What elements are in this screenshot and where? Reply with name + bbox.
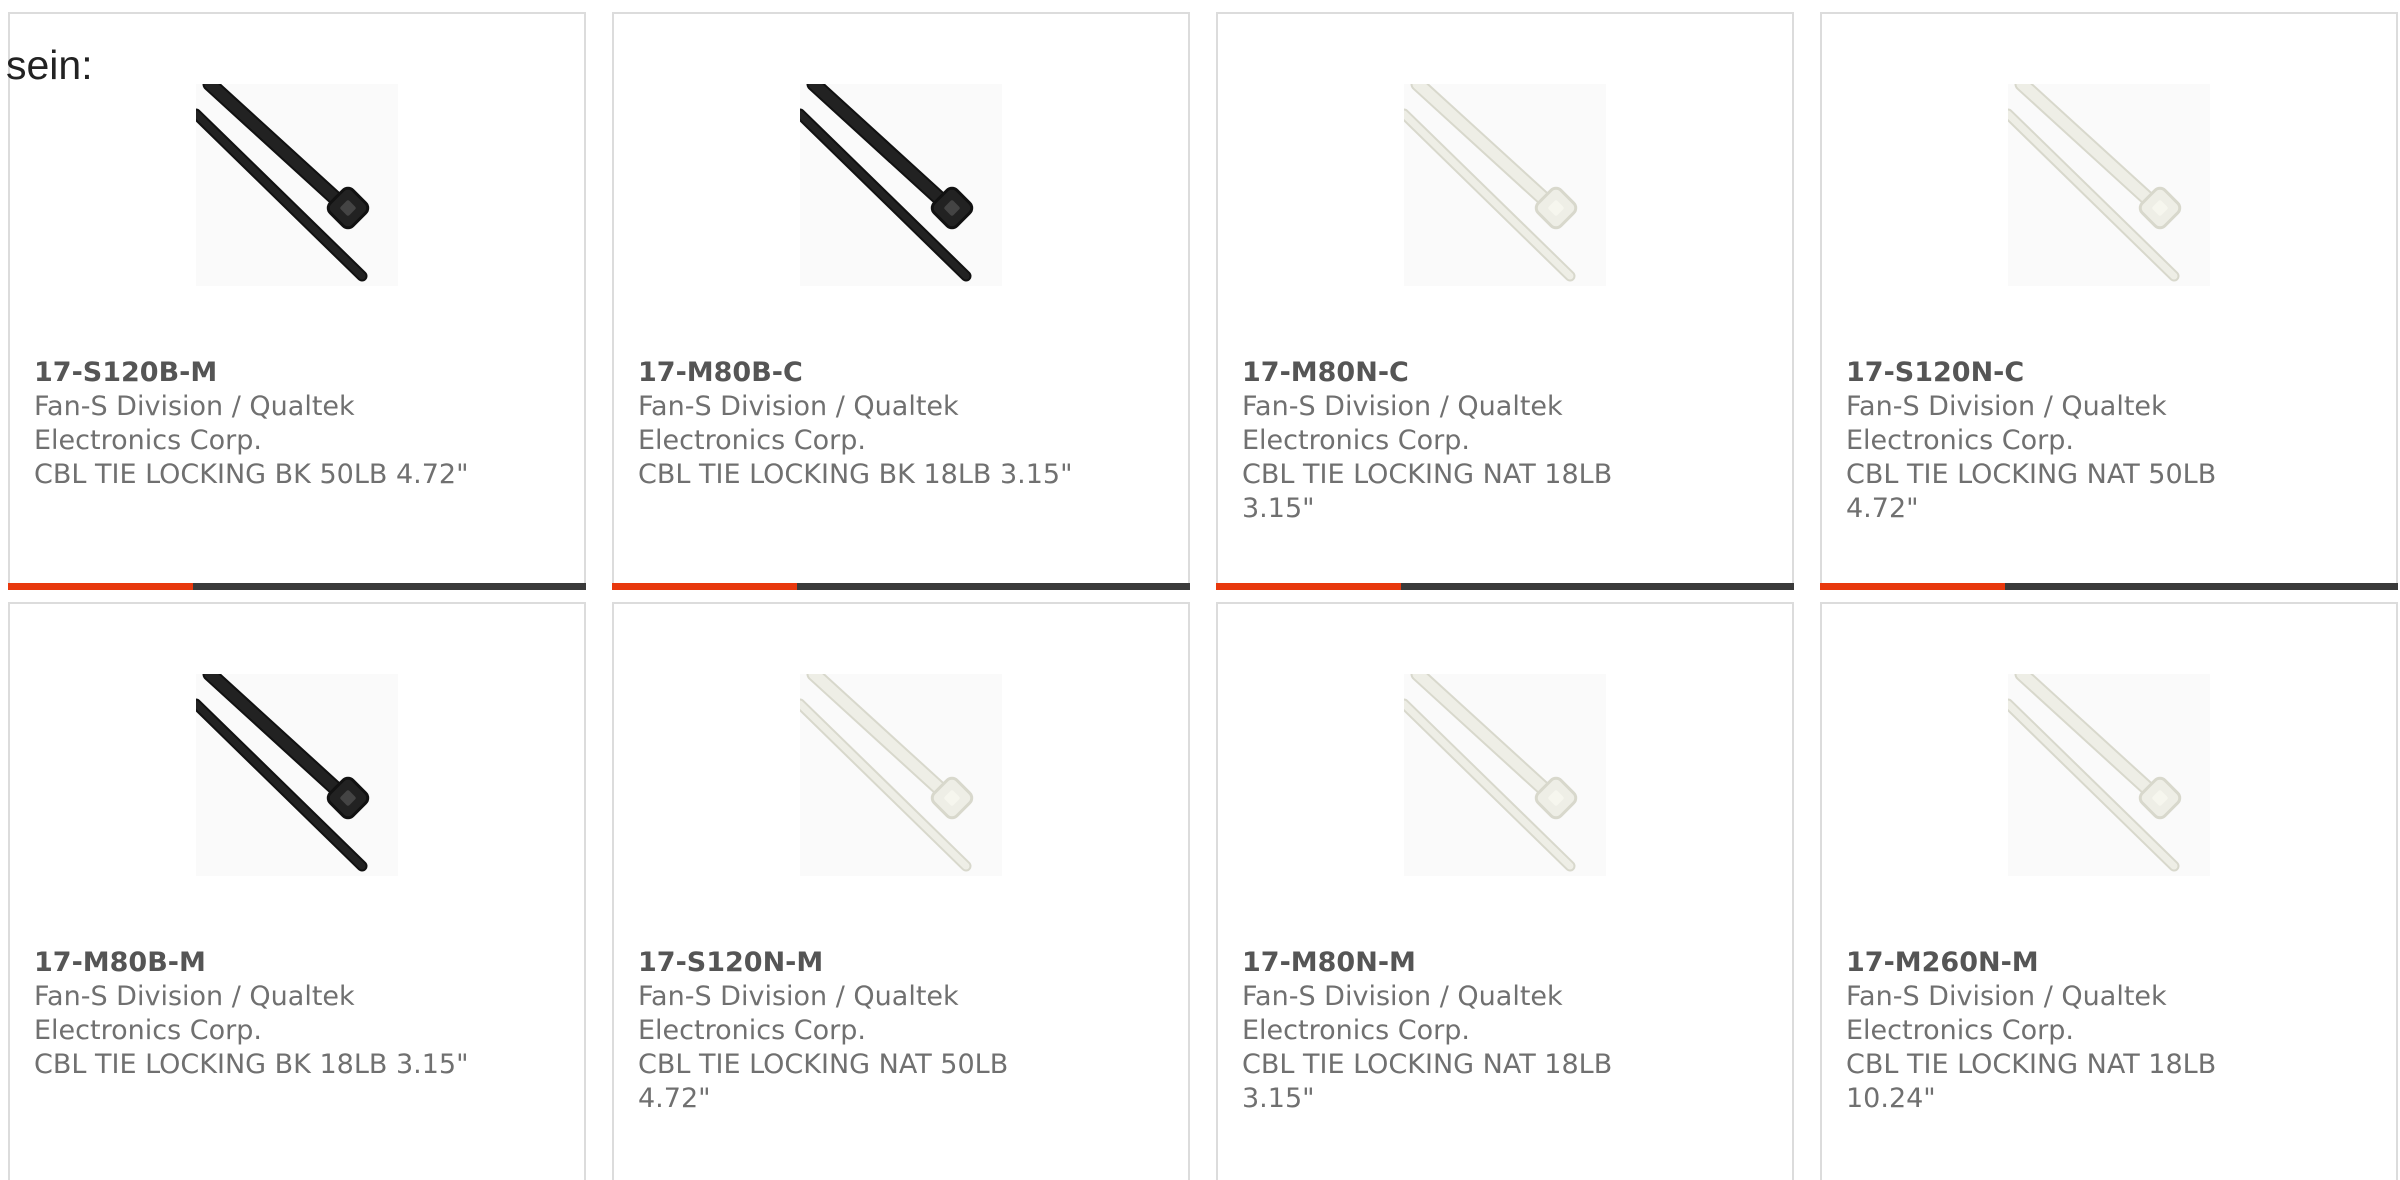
manufacturer-line: Fan-S Division / Qualtek xyxy=(638,981,959,1012)
product-card[interactable]: 17-S120N-C Fan-S Division / Qualtek Elec… xyxy=(1820,12,2398,590)
card-progress-bar xyxy=(1216,583,1794,590)
card-progress-accent xyxy=(1216,583,1401,590)
cable-tie-graphic xyxy=(2008,674,2182,872)
cable-tie-image[interactable] xyxy=(800,674,1002,876)
manufacturer-line: Electronics Corp. xyxy=(34,1015,262,1046)
card-progress-bar xyxy=(1820,583,2398,590)
part-number[interactable]: 17-M80N-C xyxy=(1242,356,1702,390)
part-number[interactable]: 17-M80N-M xyxy=(1242,946,1702,980)
manufacturer-line: Electronics Corp. xyxy=(34,425,262,456)
product-info: 17-S120N-C Fan-S Division / Qualtek Elec… xyxy=(1846,356,2306,526)
description-line: 4.72" xyxy=(638,1083,711,1114)
manufacturer-line: Electronics Corp. xyxy=(638,425,866,456)
manufacturer-line: Fan-S Division / Qualtek xyxy=(1242,981,1563,1012)
cable-tie-image[interactable] xyxy=(2008,674,2210,876)
manufacturer-line: Electronics Corp. xyxy=(1242,1015,1470,1046)
product-card[interactable]: 17-M260N-M Fan-S Division / Qualtek Elec… xyxy=(1820,602,2398,1180)
cable-tie-image[interactable] xyxy=(2008,84,2210,286)
manufacturer-line: Fan-S Division / Qualtek xyxy=(1846,391,2167,422)
cable-tie-image[interactable] xyxy=(800,84,1002,286)
manufacturer-line: Fan-S Division / Qualtek xyxy=(1846,981,2167,1012)
description-line: 10.24" xyxy=(1846,1083,1936,1114)
part-number[interactable]: 17-M80B-C xyxy=(638,356,1098,390)
description-line: CBL TIE LOCKING BK 18LB 3.15" xyxy=(34,1049,469,1080)
product-info: 17-M80N-M Fan-S Division / Qualtek Elect… xyxy=(1242,946,1702,1116)
cable-tie-image[interactable] xyxy=(196,84,398,286)
lead-text: sein: xyxy=(6,42,93,88)
card-progress-accent xyxy=(8,583,193,590)
product-info: 17-S120N-M Fan-S Division / Qualtek Elec… xyxy=(638,946,1098,1116)
manufacturer-line: Electronics Corp. xyxy=(1242,425,1470,456)
manufacturer-line: Fan-S Division / Qualtek xyxy=(1242,391,1563,422)
card-progress-bar xyxy=(8,583,586,590)
product-grid: 17-S120B-M Fan-S Division / Qualtek Elec… xyxy=(8,12,2398,1180)
card-progress-accent xyxy=(612,583,797,590)
part-number[interactable]: 17-S120N-C xyxy=(1846,356,2306,390)
description-line: 3.15" xyxy=(1242,1083,1315,1114)
product-card[interactable]: 17-S120N-M Fan-S Division / Qualtek Elec… xyxy=(612,602,1190,1180)
manufacturer-line: Fan-S Division / Qualtek xyxy=(34,391,355,422)
product-info: 17-M80B-C Fan-S Division / Qualtek Elect… xyxy=(638,356,1098,492)
manufacturer-line: Fan-S Division / Qualtek xyxy=(638,391,959,422)
product-info: 17-M80N-C Fan-S Division / Qualtek Elect… xyxy=(1242,356,1702,526)
cable-tie-graphic xyxy=(800,674,974,872)
description-line: CBL TIE LOCKING NAT 50LB xyxy=(1846,459,2217,490)
card-progress-accent xyxy=(1820,583,2005,590)
description-line: CBL TIE LOCKING NAT 18LB xyxy=(1242,1049,1613,1080)
product-card[interactable]: 17-S120B-M Fan-S Division / Qualtek Elec… xyxy=(8,12,586,590)
product-card[interactable]: 17-M80B-C Fan-S Division / Qualtek Elect… xyxy=(612,12,1190,590)
manufacturer-line: Electronics Corp. xyxy=(1846,425,2074,456)
description-line: CBL TIE LOCKING NAT 18LB xyxy=(1846,1049,2217,1080)
description-line: CBL TIE LOCKING NAT 18LB xyxy=(1242,459,1613,490)
cable-tie-image[interactable] xyxy=(1404,84,1606,286)
cable-tie-graphic xyxy=(1404,674,1578,872)
card-progress-bar xyxy=(612,583,1190,590)
cable-tie-graphic xyxy=(196,674,370,872)
description-line: CBL TIE LOCKING BK 50LB 4.72" xyxy=(34,459,469,490)
part-number[interactable]: 17-M80B-M xyxy=(34,946,494,980)
cable-tie-graphic xyxy=(2008,84,2182,282)
description-line: 4.72" xyxy=(1846,493,1919,524)
manufacturer-line: Electronics Corp. xyxy=(1846,1015,2074,1046)
product-info: 17-M260N-M Fan-S Division / Qualtek Elec… xyxy=(1846,946,2306,1116)
part-number[interactable]: 17-S120B-M xyxy=(34,356,494,390)
cable-tie-graphic xyxy=(1404,84,1578,282)
product-card[interactable]: 17-M80N-M Fan-S Division / Qualtek Elect… xyxy=(1216,602,1794,1180)
product-card[interactable]: 17-M80B-M Fan-S Division / Qualtek Elect… xyxy=(8,602,586,1180)
part-number[interactable]: 17-S120N-M xyxy=(638,946,1098,980)
description-line: 3.15" xyxy=(1242,493,1315,524)
description-line: CBL TIE LOCKING BK 18LB 3.15" xyxy=(638,459,1073,490)
part-number[interactable]: 17-M260N-M xyxy=(1846,946,2306,980)
manufacturer-line: Fan-S Division / Qualtek xyxy=(34,981,355,1012)
cable-tie-image[interactable] xyxy=(196,674,398,876)
cable-tie-graphic xyxy=(196,84,370,282)
cable-tie-image[interactable] xyxy=(1404,674,1606,876)
cable-tie-graphic xyxy=(800,84,974,282)
product-card[interactable]: 17-M80N-C Fan-S Division / Qualtek Elect… xyxy=(1216,12,1794,590)
description-line: CBL TIE LOCKING NAT 50LB xyxy=(638,1049,1009,1080)
product-info: 17-S120B-M Fan-S Division / Qualtek Elec… xyxy=(34,356,494,492)
manufacturer-line: Electronics Corp. xyxy=(638,1015,866,1046)
product-info: 17-M80B-M Fan-S Division / Qualtek Elect… xyxy=(34,946,494,1082)
